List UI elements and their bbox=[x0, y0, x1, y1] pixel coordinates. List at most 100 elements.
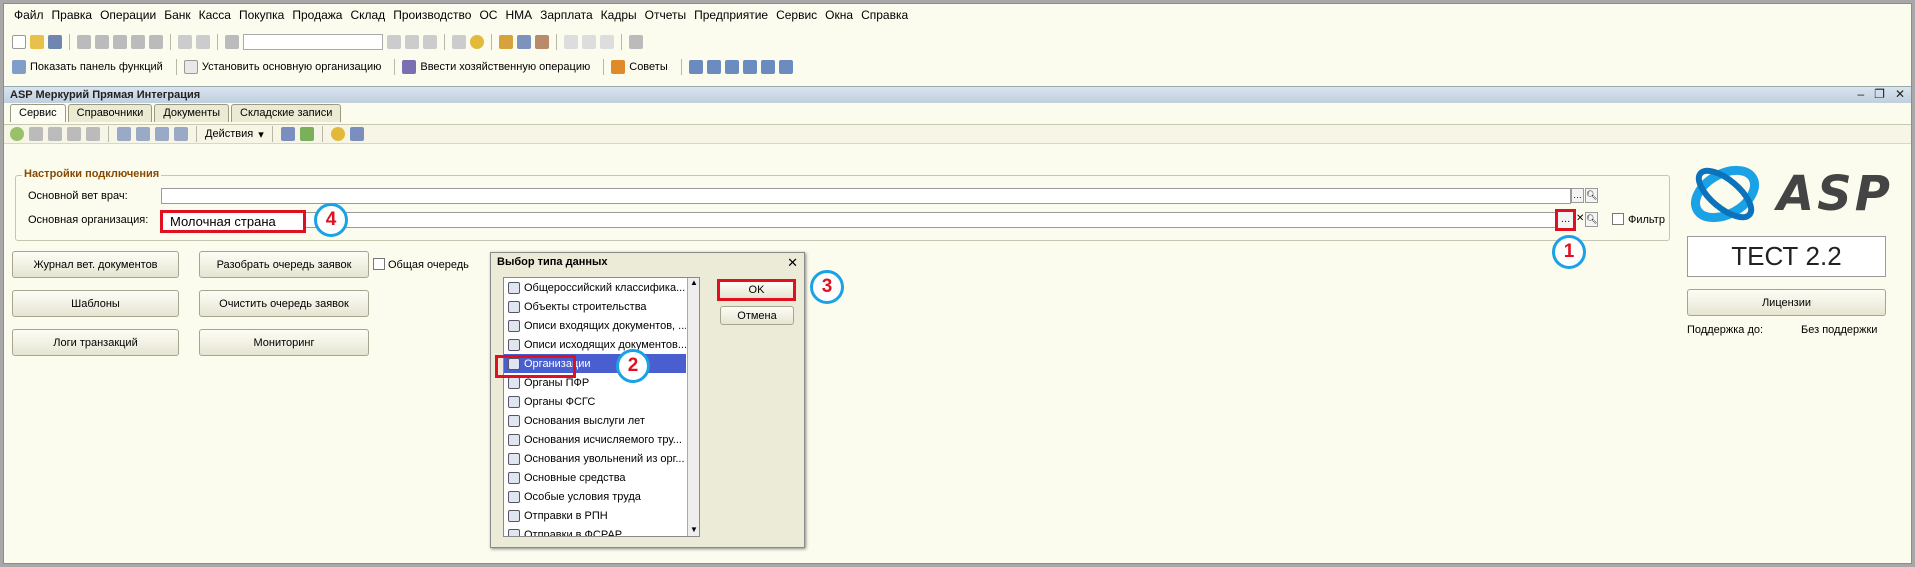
menu-operations[interactable]: Операции bbox=[100, 8, 156, 22]
find-prev-icon[interactable] bbox=[423, 35, 437, 49]
cut-icon[interactable] bbox=[77, 35, 91, 49]
tools-icon[interactable] bbox=[629, 35, 643, 49]
new-icon[interactable] bbox=[12, 35, 26, 49]
menu-windows[interactable]: Окна bbox=[825, 8, 853, 22]
windows-icon[interactable] bbox=[452, 35, 466, 49]
list-scrollbar[interactable]: ▲ ▼ bbox=[687, 278, 699, 536]
vet-field[interactable] bbox=[161, 188, 1571, 204]
list-item[interactable]: Основания выслуги лет bbox=[504, 411, 686, 430]
report-icon[interactable] bbox=[760, 60, 775, 74]
tab-service[interactable]: Сервис bbox=[10, 104, 66, 122]
staff-icon[interactable] bbox=[742, 60, 757, 74]
restore-icon[interactable]: ❐ bbox=[1874, 87, 1885, 101]
menu-bank[interactable]: Банк bbox=[164, 8, 190, 22]
open-icon[interactable] bbox=[30, 35, 44, 49]
list-item[interactable]: Объекты строительства bbox=[504, 297, 686, 316]
list-item[interactable]: Основные средства bbox=[504, 468, 686, 487]
set-org-button[interactable]: Установить основную организацию bbox=[202, 61, 382, 73]
menu-edit[interactable]: Правка bbox=[52, 8, 93, 22]
menu-service[interactable]: Сервис bbox=[776, 8, 817, 22]
tab-documents[interactable]: Документы bbox=[154, 104, 230, 122]
menu-sale[interactable]: Продажа bbox=[292, 8, 342, 22]
delete-icon[interactable] bbox=[67, 127, 81, 141]
close-window-icon[interactable]: ✕ bbox=[1895, 87, 1905, 101]
monitoring-button[interactable]: Мониторинг bbox=[199, 329, 369, 356]
calculator-icon[interactable] bbox=[517, 35, 531, 49]
vet-search-icon[interactable]: 🔍︎ bbox=[1585, 188, 1598, 203]
org-field[interactable] bbox=[161, 212, 1558, 228]
journal-button[interactable]: Журнал вет. документов bbox=[12, 251, 179, 278]
redo-icon[interactable] bbox=[196, 35, 210, 49]
list-item[interactable]: Основания исчисляемого тру... bbox=[504, 430, 686, 449]
print-icon[interactable] bbox=[131, 35, 145, 49]
save-icon[interactable] bbox=[48, 35, 62, 49]
list-item[interactable]: Описи входящих документов, ... bbox=[504, 316, 686, 335]
org-select-button[interactable]: … bbox=[1555, 209, 1576, 231]
menu-warehouse[interactable]: Склад bbox=[350, 8, 385, 22]
sort-desc-icon[interactable] bbox=[174, 127, 188, 141]
calendar-icon[interactable] bbox=[499, 35, 513, 49]
move-up-icon[interactable] bbox=[117, 127, 131, 141]
parse-queue-button[interactable]: Разобрать очередь заявок bbox=[199, 251, 369, 278]
doc-list-icon[interactable] bbox=[706, 60, 721, 74]
minimize-icon[interactable]: – bbox=[1857, 87, 1864, 101]
memory-plus-icon[interactable] bbox=[582, 35, 596, 49]
memory-minus-icon[interactable] bbox=[600, 35, 614, 49]
paste-icon[interactable] bbox=[113, 35, 127, 49]
cancel-button[interactable]: Отмена bbox=[720, 306, 794, 325]
users-icon[interactable] bbox=[535, 35, 549, 49]
reference-icon[interactable] bbox=[724, 60, 739, 74]
load-icon[interactable] bbox=[299, 127, 314, 141]
list-item[interactable]: Отправки в ФСРАР bbox=[504, 525, 686, 536]
undo-icon[interactable] bbox=[178, 35, 192, 49]
actions-menu[interactable]: Действия bbox=[205, 128, 253, 140]
scroll-up-icon[interactable]: ▲ bbox=[688, 278, 699, 287]
preview-icon[interactable] bbox=[149, 35, 163, 49]
org-value[interactable]: Молочная страна bbox=[160, 210, 306, 233]
show-panel-button[interactable]: Показать панель функций bbox=[30, 61, 163, 73]
search-combo[interactable] bbox=[243, 34, 383, 50]
list-item[interactable]: Органы ФСГС bbox=[504, 392, 686, 411]
menu-nma[interactable]: НМА bbox=[505, 8, 532, 22]
menu-salary[interactable]: Зарплата bbox=[540, 8, 593, 22]
menu-cash[interactable]: Касса bbox=[199, 8, 231, 22]
org-search-icon[interactable]: 🔍︎ bbox=[1585, 212, 1598, 227]
vet-select-button[interactable]: … bbox=[1571, 188, 1584, 203]
menu-hr[interactable]: Кадры bbox=[601, 8, 637, 22]
copy-item-icon[interactable] bbox=[29, 127, 43, 141]
form-settings-icon[interactable] bbox=[349, 127, 364, 141]
find-icon[interactable] bbox=[225, 35, 239, 49]
clear-queue-button[interactable]: Очистить очередь заявок bbox=[199, 290, 369, 317]
logs-button[interactable]: Логи транзакций bbox=[12, 329, 179, 356]
filter-checkbox[interactable] bbox=[1612, 213, 1624, 225]
menu-os[interactable]: ОС bbox=[479, 8, 497, 22]
memory-m-icon[interactable] bbox=[564, 35, 578, 49]
copy-icon[interactable] bbox=[95, 35, 109, 49]
menu-production[interactable]: Производство bbox=[393, 8, 471, 22]
list-item[interactable]: Особые условия труда bbox=[504, 487, 686, 506]
add-icon[interactable] bbox=[10, 127, 24, 141]
list-item[interactable]: Общероссийский классифика... bbox=[504, 278, 686, 297]
menu-file[interactable]: Файл bbox=[14, 8, 44, 22]
find-next-icon[interactable] bbox=[405, 35, 419, 49]
help-icon[interactable] bbox=[330, 127, 345, 141]
menu-enterprise[interactable]: Предприятие bbox=[694, 8, 768, 22]
tips-button[interactable]: Советы bbox=[629, 61, 667, 73]
dialog-close-icon[interactable]: ✕ bbox=[787, 255, 798, 271]
move-down-icon[interactable] bbox=[136, 127, 150, 141]
org-clear-icon[interactable]: ✕ bbox=[1576, 213, 1584, 224]
clear-search-icon[interactable] bbox=[387, 35, 401, 49]
scroll-down-icon[interactable]: ▼ bbox=[688, 525, 699, 534]
journal-icon[interactable] bbox=[688, 60, 703, 74]
list-item[interactable]: Описи исходящих документов... bbox=[504, 335, 686, 354]
info-icon[interactable] bbox=[470, 35, 484, 49]
menu-reports[interactable]: Отчеты bbox=[645, 8, 686, 22]
menu-purchase[interactable]: Покупка bbox=[239, 8, 284, 22]
edit-icon[interactable] bbox=[48, 127, 62, 141]
common-queue-checkbox[interactable] bbox=[373, 258, 385, 270]
type-list[interactable]: Общероссийский классифика... Объекты стр… bbox=[503, 277, 700, 537]
settings-table-icon[interactable] bbox=[778, 60, 793, 74]
list-item[interactable]: Основания увольнений из орг... bbox=[504, 449, 686, 468]
sort-asc-icon[interactable] bbox=[155, 127, 169, 141]
enter-operation-button[interactable]: Ввести хозяйственную операцию bbox=[420, 61, 590, 73]
